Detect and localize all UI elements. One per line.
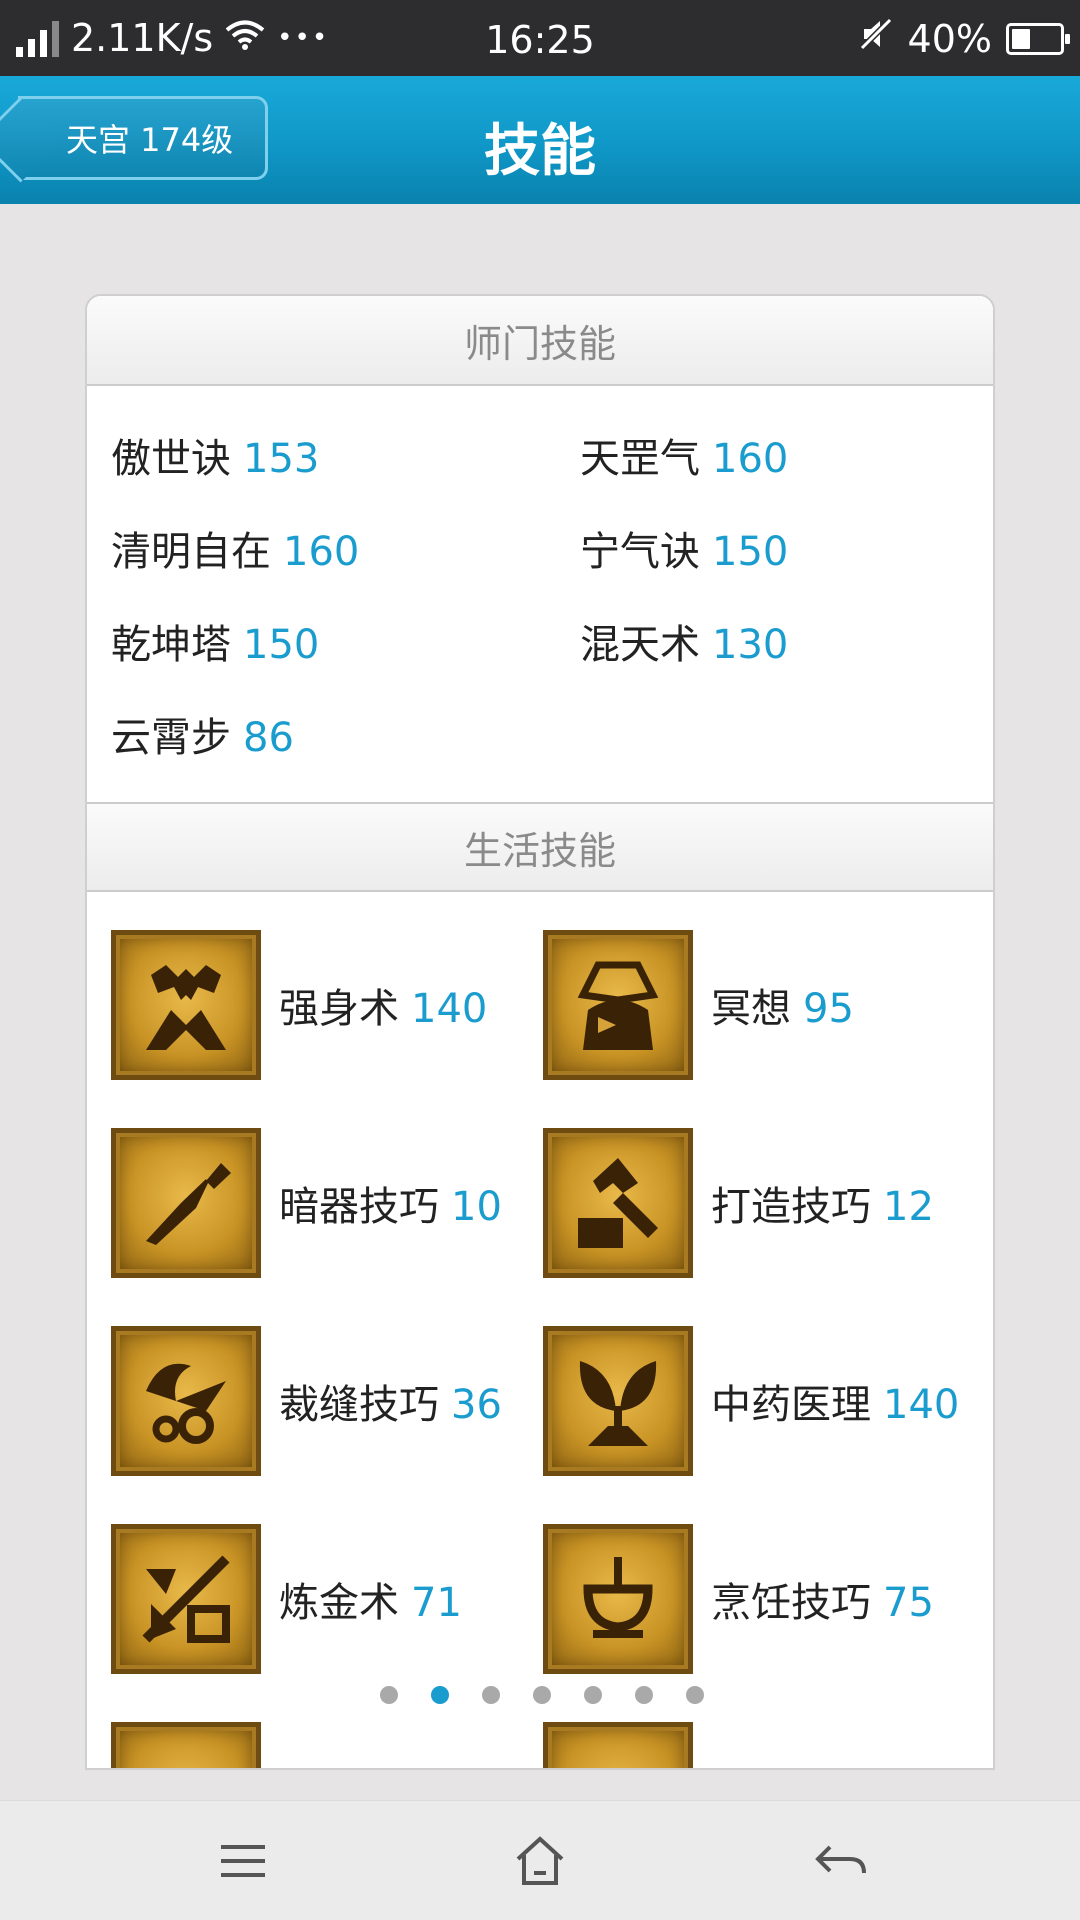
life-skill-label: 打造技巧 12 <box>711 1174 934 1232</box>
page-dot[interactable] <box>533 1686 551 1704</box>
skill-name: 云霄步 <box>111 715 231 761</box>
skill-level: 140 <box>411 986 488 1032</box>
skill-level: 130 <box>712 622 789 668</box>
skill-level: 153 <box>243 436 320 482</box>
system-nav-bar <box>0 1800 1080 1920</box>
dart-icon <box>111 1128 261 1278</box>
school-skill-item: 乾坤塔 150 <box>111 612 319 670</box>
home-button[interactable] <box>510 1831 570 1891</box>
skill-name: 裁缝技巧 <box>279 1382 439 1428</box>
skill-name: 清明自在 <box>111 529 271 575</box>
skill-level: 160 <box>712 436 789 482</box>
strength-icon <box>111 930 261 1080</box>
life-skill-item[interactable]: 中药医理 140 <box>543 1326 959 1476</box>
skill-name: 炼金术 <box>279 1580 399 1626</box>
life-skill-label: 中药医理 140 <box>711 1372 959 1430</box>
life-skill-label: 暗器技巧 10 <box>279 1174 502 1232</box>
skill-icon <box>543 1722 693 1768</box>
skill-level: 71 <box>411 1580 462 1626</box>
skill-name: 宁气诀 <box>580 529 700 575</box>
skill-name: 傲世诀 <box>111 436 231 482</box>
life-skill-item[interactable]: 冥想 95 <box>543 930 854 1080</box>
school-skill-item: 傲世诀 153 <box>111 426 319 484</box>
school-skills-list: 傲世诀 153 天罡气 160 清明自在 160 宁气诀 150 乾坤塔 150 混天术 1… <box>87 386 993 802</box>
life-skill-item[interactable]: 炼金术 71 <box>111 1524 462 1674</box>
back-arrow-icon <box>815 1845 866 1874</box>
life-skill-label: 强身术 140 <box>279 976 487 1034</box>
back-button-label: 天宫 174级 <box>66 121 234 159</box>
skill-name: 打造技巧 <box>711 1184 871 1230</box>
battery-percent: 40% <box>907 16 992 61</box>
life-skills-grid: 强身术 140 冥想 95 暗器技巧 10 打造技巧 12 裁缝技巧 36 中药… <box>87 892 993 1768</box>
herb-icon <box>543 1326 693 1476</box>
skill-name: 中药医理 <box>711 1382 871 1428</box>
skill-level: 150 <box>243 622 320 668</box>
battery-icon <box>1006 22 1070 55</box>
page-dot[interactable] <box>431 1686 449 1704</box>
page-dot[interactable] <box>584 1686 602 1704</box>
anvil-hammer-icon <box>543 1128 693 1278</box>
life-skill-item[interactable]: 强身术 140 <box>111 930 487 1080</box>
meditation-icon <box>543 930 693 1080</box>
skill-name: 冥想 <box>711 986 791 1032</box>
cooking-icon <box>543 1524 693 1674</box>
school-skills-header: 师门技能 <box>87 296 993 386</box>
app-header: 天宫 174级 技能 <box>0 76 1080 204</box>
page-dot[interactable] <box>686 1686 704 1704</box>
skill-name: 烹饪技巧 <box>711 1580 871 1626</box>
skill-icon <box>111 1722 261 1768</box>
skills-card: 师门技能 傲世诀 153 天罡气 160 清明自在 160 宁气诀 150 乾坤塔 150… <box>85 294 995 1770</box>
battery-fill <box>1012 28 1030 49</box>
skill-level: 95 <box>803 986 854 1032</box>
page-dot[interactable] <box>380 1686 398 1704</box>
school-skill-item: 宁气诀 150 <box>580 519 788 577</box>
skill-level: 150 <box>712 529 789 575</box>
skill-name: 乾坤塔 <box>111 622 231 668</box>
school-skill-item: 天罡气 160 <box>580 426 788 484</box>
skill-level: 160 <box>283 529 360 575</box>
menu-icon <box>221 1845 265 1877</box>
page-dot[interactable] <box>482 1686 500 1704</box>
skill-name: 强身术 <box>279 986 399 1032</box>
life-skill-item[interactable]: 打造技巧 12 <box>543 1128 934 1278</box>
page-indicator <box>87 1686 993 1704</box>
skill-level: 36 <box>451 1382 502 1428</box>
life-skill-label: 冥想 95 <box>711 976 854 1034</box>
skill-name: 暗器技巧 <box>279 1184 439 1230</box>
mute-icon <box>858 16 894 61</box>
status-bar: 2.11K/s ••• 16:25 40% <box>0 0 1080 76</box>
skill-name: 天罡气 <box>580 436 700 482</box>
back-nav-button[interactable] <box>810 1831 870 1891</box>
life-skill-item[interactable]: 暗器技巧 10 <box>111 1128 502 1278</box>
life-skill-label: 炼金术 71 <box>279 1570 462 1628</box>
life-skill-label: 裁缝技巧 36 <box>279 1372 502 1430</box>
school-skill-item: 云霄步 86 <box>111 705 294 763</box>
life-skill-item[interactable] <box>111 1722 261 1768</box>
scissors-icon <box>111 1326 261 1476</box>
skill-level: 12 <box>883 1184 934 1230</box>
menu-button[interactable] <box>213 1831 273 1891</box>
life-skills-header: 生活技能 <box>87 802 993 892</box>
life-skill-label: 烹饪技巧 75 <box>711 1570 934 1628</box>
school-skill-item: 清明自在 160 <box>111 519 359 577</box>
skill-name: 混天术 <box>580 622 700 668</box>
home-icon <box>516 1836 564 1885</box>
status-right: 40% <box>858 16 1070 61</box>
life-skill-item[interactable] <box>543 1722 693 1768</box>
school-skill-item: 混天术 130 <box>580 612 788 670</box>
page-dot[interactable] <box>635 1686 653 1704</box>
life-skill-item[interactable]: 裁缝技巧 36 <box>111 1326 502 1476</box>
alchemy-icon <box>111 1524 261 1674</box>
skill-level: 10 <box>451 1184 502 1230</box>
skill-level: 140 <box>883 1382 960 1428</box>
skill-level: 86 <box>243 715 294 761</box>
skill-level: 75 <box>883 1580 934 1626</box>
life-skill-item[interactable]: 烹饪技巧 75 <box>543 1524 934 1674</box>
